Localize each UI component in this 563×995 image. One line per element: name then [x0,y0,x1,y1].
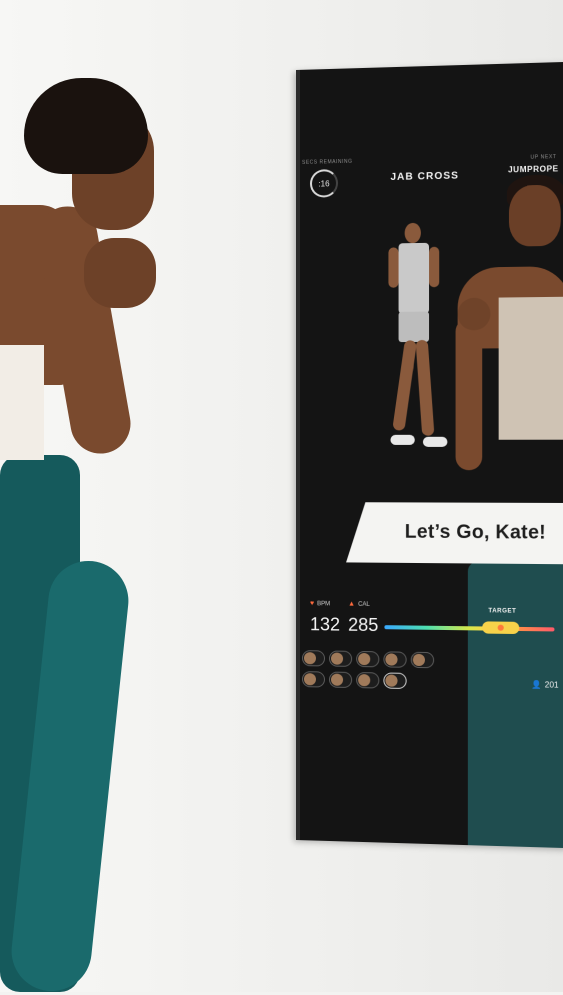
motivation-banner: Let’s Go, Kate! [346,502,563,564]
avatar [385,653,397,665]
cal-label: ▲ CAL [348,601,370,608]
heart-rate-zone-bar [384,625,554,631]
bpm-label: ♥ BPM [310,600,330,607]
participant-chip[interactable] [411,652,434,669]
avatar [358,674,370,686]
participant-chip[interactable] [356,672,379,688]
avatar [304,652,316,664]
participant-count: 👤 201 [531,680,558,690]
target-dot [498,625,504,631]
stats-panel: ♥ BPM 132 ▲ CAL 285 TARGET [304,600,559,654]
avatar [358,653,370,665]
up-next-label: UP NEXT [531,154,557,161]
cal-value: 285 [348,615,378,637]
heart-icon: ♥ [310,600,314,607]
avatar [331,674,343,686]
target-label: TARGET [488,608,516,614]
user-icon: 👤 [531,680,541,689]
secs-remaining-label: SECS REMAINING [302,159,352,166]
leaderboard-row-1 [302,650,434,672]
trainer-figure [384,222,445,485]
smart-mirror: SECS REMAINING :16 JAB CROSS UP NEXT JUM… [296,62,563,848]
countdown-timer: :16 [310,169,338,198]
banner-message: Let’s Go, Kate! [405,522,546,545]
participant-chip[interactable] [383,651,406,667]
woman-foreground [0,0,300,992]
avatar [385,675,397,687]
bpm-value: 132 [310,614,340,635]
scene: SECS REMAINING :16 JAB CROSS UP NEXT JUM… [0,0,563,992]
flame-icon: ▲ [348,601,355,608]
participant-chip[interactable] [329,672,352,688]
current-move-title: JAB CROSS [390,170,459,183]
participant-chip-highlighted[interactable] [383,672,406,689]
avatar [413,654,425,666]
leaderboard: 👤 201 [302,650,559,705]
timer-value: :16 [318,179,329,188]
avatar [304,673,316,685]
participant-chip[interactable] [329,651,352,667]
participant-chip[interactable] [302,650,325,666]
avatar [331,653,343,665]
leaderboard-row-2 [302,671,407,693]
workout-hud: SECS REMAINING :16 JAB CROSS UP NEXT JUM… [296,154,563,220]
up-next-move: JUMPROPE [508,164,559,174]
participant-chip[interactable] [356,651,379,667]
participant-chip[interactable] [302,671,325,687]
target-zone-marker [482,621,519,634]
